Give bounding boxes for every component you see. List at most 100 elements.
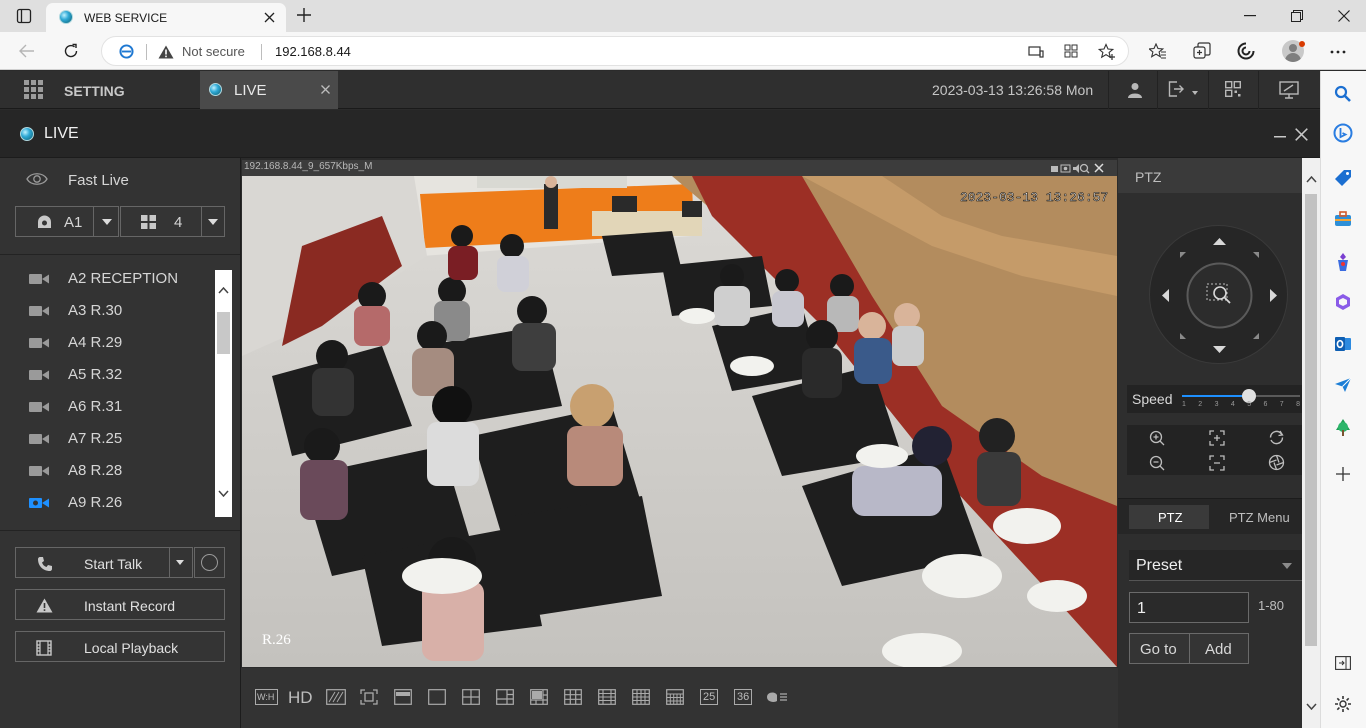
- more-menu-icon[interactable]: [1330, 50, 1346, 54]
- new-tab-icon[interactable]: [296, 7, 312, 23]
- qr-code-icon[interactable]: [1225, 81, 1241, 97]
- preset-number-input[interactable]: 1: [1129, 592, 1249, 623]
- scroll-thumb[interactable]: [1305, 194, 1317, 646]
- layout-8-icon[interactable]: [530, 689, 548, 705]
- logout-icon[interactable]: [1168, 81, 1184, 97]
- video-controls-icon[interactable]: [1050, 163, 1106, 174]
- camera-list-item[interactable]: A4 R.29: [0, 326, 215, 358]
- add-favorite-icon[interactable]: [1098, 43, 1116, 61]
- camera-list-item[interactable]: A2 RECEPTION: [0, 262, 215, 294]
- send-icon[interactable]: [1334, 377, 1352, 393]
- instant-record-button[interactable]: Instant Record: [15, 589, 225, 620]
- scroll-down-icon[interactable]: [218, 490, 229, 497]
- layout-16-icon[interactable]: [632, 689, 650, 705]
- chevron-down-icon[interactable]: [102, 219, 112, 225]
- scroll-thumb[interactable]: [217, 312, 230, 354]
- add-preset-button[interactable]: Add: [1189, 633, 1249, 664]
- search-icon[interactable]: [1334, 85, 1352, 103]
- channel-select[interactable]: A1: [15, 206, 119, 237]
- tools-briefcase-icon[interactable]: [1334, 211, 1352, 227]
- start-talk-button[interactable]: Start Talk: [15, 547, 193, 578]
- user-icon[interactable]: [1127, 82, 1143, 98]
- right-panel-scrollbar[interactable]: [1302, 158, 1320, 728]
- office-icon[interactable]: [1334, 293, 1352, 311]
- minimize-panel-icon[interactable]: [1274, 136, 1286, 138]
- warning-icon[interactable]: [158, 45, 174, 59]
- hd-button[interactable]: HD: [288, 688, 313, 708]
- close-window-icon[interactable]: [1338, 10, 1350, 22]
- scroll-up-icon[interactable]: [218, 287, 229, 294]
- talk-dropdown-icon[interactable]: [176, 560, 184, 565]
- camera-list-item[interactable]: A3 R.30: [0, 294, 215, 326]
- tab-ptz[interactable]: PTZ: [1129, 505, 1209, 529]
- sidebar-settings-icon[interactable]: [1334, 695, 1352, 713]
- back-arrow-icon[interactable]: [19, 44, 35, 58]
- security-label[interactable]: Not secure: [182, 44, 245, 59]
- live-video-feed[interactable]: 2023-03-13 13:26:57 R.26: [242, 176, 1117, 667]
- close-tab-icon[interactable]: [264, 12, 275, 23]
- chevron-down-icon[interactable]: [1282, 563, 1292, 569]
- apps-grid-icon[interactable]: [1064, 44, 1078, 58]
- layout-4-icon[interactable]: [462, 689, 480, 705]
- refresh-icon[interactable]: [63, 43, 79, 59]
- collections-icon[interactable]: [1193, 42, 1211, 60]
- tab-actions-icon[interactable]: [16, 8, 32, 24]
- close-panel-icon[interactable]: [1295, 128, 1308, 141]
- favorites-icon[interactable]: [1149, 43, 1167, 60]
- ptz-direction-wheel[interactable]: [1149, 225, 1288, 364]
- games-icon[interactable]: [1334, 252, 1352, 272]
- scroll-up-icon[interactable]: [1306, 176, 1317, 183]
- talk-status-circle[interactable]: [194, 547, 225, 578]
- layout-1-strip-icon[interactable]: [394, 689, 412, 705]
- layout-13-icon[interactable]: [598, 689, 616, 705]
- logout-dropdown-icon[interactable]: [1192, 91, 1198, 95]
- fullscreen-monitor-icon[interactable]: [1279, 81, 1299, 99]
- camera-list-item[interactable]: A6 R.31: [0, 390, 215, 422]
- url-box[interactable]: Not secure 192.168.8.44: [101, 36, 1129, 66]
- speed-slider-track[interactable]: [1182, 389, 1300, 403]
- local-playback-button[interactable]: Local Playback: [15, 631, 225, 662]
- go-to-button[interactable]: Go to: [1129, 633, 1190, 664]
- layout-20-icon[interactable]: [666, 689, 684, 705]
- layout-9-icon[interactable]: [564, 689, 582, 705]
- restore-window-icon[interactable]: [1291, 10, 1303, 22]
- zoom-out-icon[interactable]: [1149, 455, 1165, 471]
- focus-in-icon[interactable]: [1209, 430, 1225, 446]
- hide-sidebar-icon[interactable]: [1335, 656, 1351, 670]
- edge-ie-mode-icon[interactable]: [119, 44, 134, 59]
- zoom-in-icon[interactable]: [1149, 430, 1165, 446]
- setting-menu-label[interactable]: SETTING: [64, 83, 125, 99]
- camera-list-item[interactable]: A5 R.32: [0, 358, 215, 390]
- layout-25-button[interactable]: 25: [700, 689, 718, 705]
- minimize-window-icon[interactable]: [1244, 15, 1256, 17]
- chevron-down-icon[interactable]: [208, 219, 218, 225]
- focus-out-icon[interactable]: [1209, 455, 1225, 471]
- url-text[interactable]: 192.168.8.44: [275, 44, 351, 59]
- camera-list-item[interactable]: A9 R.26: [0, 486, 215, 518]
- main-menu-grid-icon[interactable]: [24, 80, 43, 99]
- camera-list-scrollbar[interactable]: [215, 270, 232, 517]
- tree-icon[interactable]: [1334, 418, 1352, 438]
- tab-ptz-menu[interactable]: PTZ Menu: [1218, 505, 1302, 529]
- layout-36-button[interactable]: 36: [734, 689, 752, 705]
- close-live-tab-icon[interactable]: [321, 85, 330, 94]
- zoom-fit-icon[interactable]: [360, 689, 378, 705]
- preset-mode-select[interactable]: Preset: [1129, 550, 1302, 581]
- layout-select[interactable]: 4: [120, 206, 225, 237]
- browser-essentials-icon[interactable]: [1237, 42, 1255, 60]
- layout-6-icon[interactable]: [496, 689, 514, 705]
- fast-live-row[interactable]: Fast Live: [0, 166, 241, 194]
- image-adjust-icon[interactable]: [326, 689, 346, 705]
- tab-live[interactable]: LIVE: [200, 71, 338, 109]
- outlook-icon[interactable]: [1334, 335, 1352, 353]
- layout-1-icon[interactable]: [428, 689, 446, 705]
- aspect-ratio-button[interactable]: W:H: [255, 689, 278, 705]
- browser-tab[interactable]: WEB SERVICE: [46, 3, 286, 32]
- camera-list-item[interactable]: A7 R.25: [0, 422, 215, 454]
- rotate-icon[interactable]: [1268, 429, 1285, 446]
- shopping-tag-icon[interactable]: [1334, 169, 1352, 187]
- camera-list-item[interactable]: A8 R.28: [0, 454, 215, 486]
- bing-chat-icon[interactable]: [1333, 123, 1353, 143]
- scroll-down-icon[interactable]: [1306, 703, 1317, 710]
- iris-icon[interactable]: [1268, 454, 1285, 471]
